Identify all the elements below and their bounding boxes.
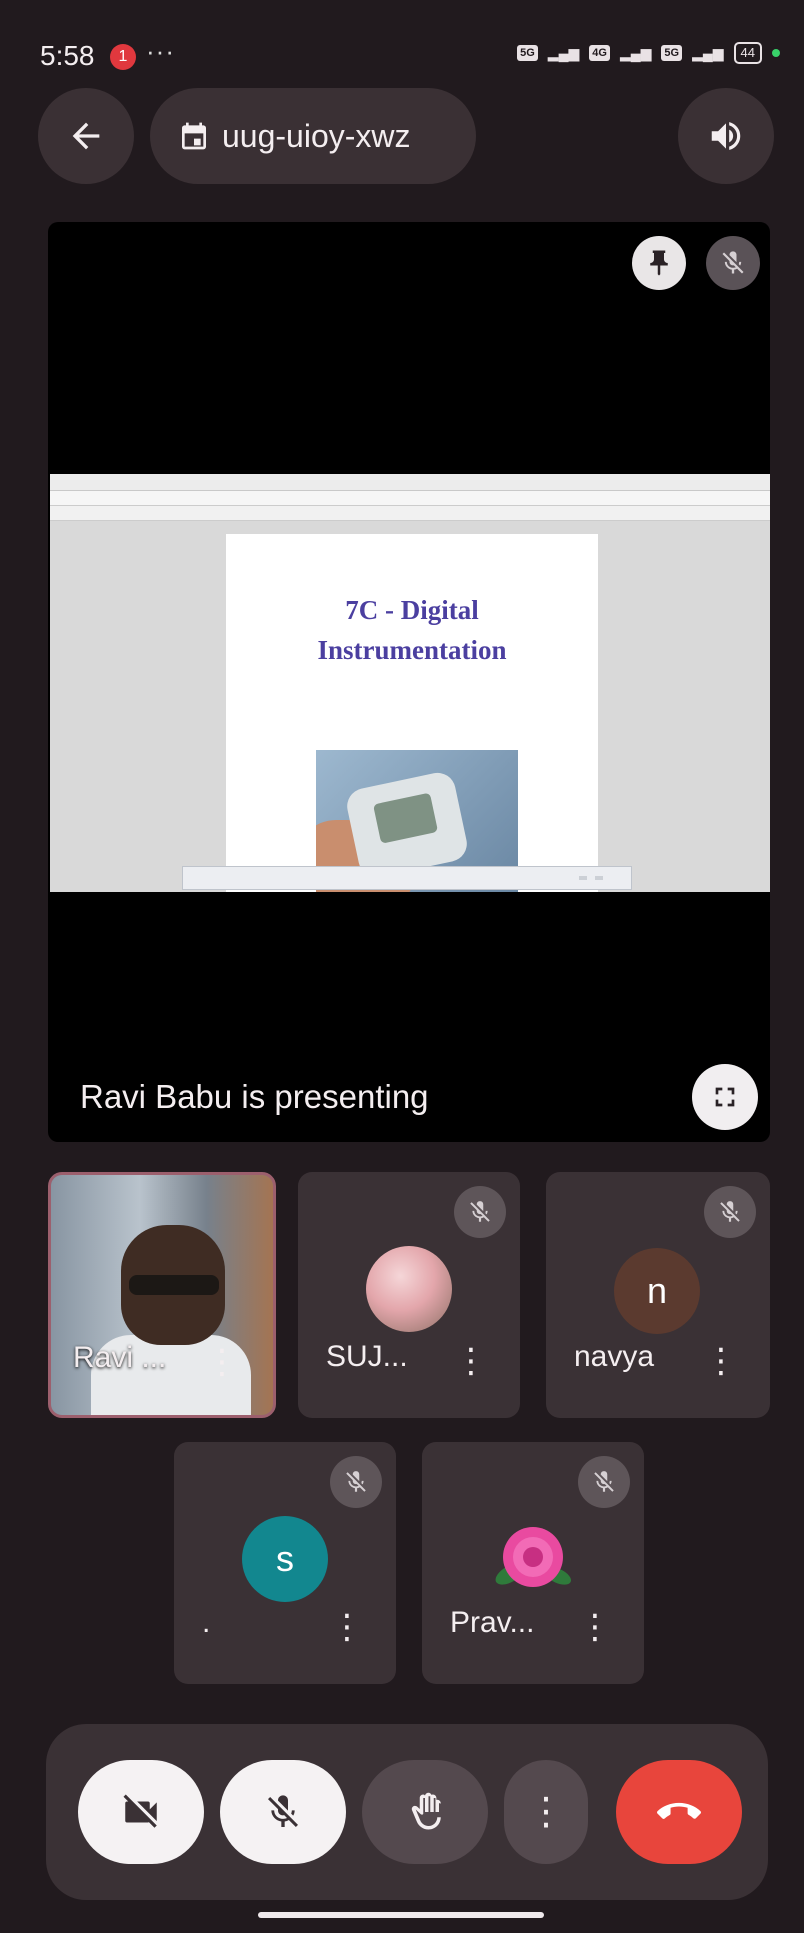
participant-tile[interactable]: s . ⋮ (174, 1442, 396, 1684)
mic-off-icon (722, 251, 744, 274)
fullscreen-button[interactable] (692, 1064, 758, 1130)
mic-off-icon (720, 1201, 740, 1222)
raise-hand-button[interactable] (362, 1760, 488, 1864)
slide-title: 7C - Digital Instrumentation (226, 590, 598, 670)
meeting-info-button[interactable]: uug-uioy-xwz (150, 88, 476, 184)
camera-toggle-button[interactable] (78, 1760, 204, 1864)
notification-badge: 1 (110, 44, 136, 70)
network-chip: 5G (517, 45, 538, 61)
muted-indicator (704, 1186, 756, 1238)
participant-name: . (202, 1606, 211, 1639)
mic-off-icon (346, 1471, 366, 1492)
pin-button[interactable] (632, 236, 686, 290)
slide-page: 7C - Digital Instrumentation (226, 534, 598, 892)
participant-name: Prav... (450, 1606, 535, 1639)
more-vert-icon[interactable]: ⋮ (578, 1610, 612, 1644)
participant-tile[interactable]: Prav... ⋮ (422, 1442, 644, 1684)
hand-icon (411, 1792, 441, 1830)
participant-tile-self[interactable]: Ravi ... ⋮ (48, 1172, 276, 1418)
speaker-icon (711, 122, 741, 150)
presenter-muted-indicator (706, 236, 760, 290)
muted-indicator (578, 1456, 630, 1508)
pin-icon (650, 250, 668, 276)
network-chip: 4G (589, 45, 610, 61)
end-call-button[interactable] (616, 1760, 742, 1864)
more-vert-icon: ⋮ (527, 1791, 565, 1833)
presenting-label: Ravi Babu is presenting (80, 1078, 429, 1115)
mic-off-icon (470, 1201, 490, 1222)
home-indicator[interactable] (258, 1912, 544, 1918)
slide-title-line-2: Instrumentation (317, 635, 507, 665)
more-vert-icon[interactable]: ⋮ (704, 1344, 738, 1378)
privacy-dot-icon (772, 49, 780, 57)
more-options-button[interactable]: ⋮ (504, 1760, 588, 1864)
mic-off-icon (594, 1471, 614, 1492)
browser-tab-bar (50, 474, 770, 491)
wrist-device-shape (343, 769, 471, 881)
video-person-glasses (129, 1275, 219, 1295)
slide-title-line-1: 7C - Digital (345, 595, 479, 625)
avatar: s (242, 1516, 328, 1602)
signal-icon: ▂▄▆ (547, 44, 580, 61)
avatar (366, 1246, 452, 1332)
muted-indicator (330, 1456, 382, 1508)
screen-share-banner (182, 866, 632, 890)
participant-tile[interactable]: SUJ... ⋮ (298, 1172, 520, 1418)
network-chip: 5G (661, 45, 683, 61)
calendar-icon (182, 122, 206, 150)
battery-indicator: 44 (733, 42, 762, 64)
mic-toggle-button[interactable] (220, 1760, 346, 1864)
status-icons: 5G ▂▄▆ 4G ▂▄▆ 5G ▂▄▆ 44 (517, 42, 780, 64)
call-end-icon (657, 1802, 701, 1819)
more-vert-icon[interactable]: ⋮ (330, 1610, 364, 1644)
fullscreen-icon (715, 1087, 735, 1107)
signal-icon: ▂▄▆ (692, 44, 724, 61)
flower-avatar-icon (488, 1512, 578, 1602)
meeting-code: uug-uioy-xwz (222, 117, 411, 154)
back-button[interactable] (38, 88, 134, 184)
browser-address-bar (50, 491, 770, 506)
camera-off-icon (123, 1794, 157, 1828)
more-vert-icon[interactable]: ⋮ (454, 1344, 488, 1378)
status-time: 5:58 (40, 40, 95, 71)
participant-name: SUJ... (326, 1340, 408, 1373)
signal-icon: ▂▄▆ (619, 44, 652, 61)
participant-tile[interactable]: n navya ⋮ (546, 1172, 770, 1418)
arrow-back-icon (72, 122, 100, 150)
more-vert-icon[interactable]: ⋮ (205, 1345, 239, 1379)
status-more-indicator: ··· (146, 36, 175, 66)
audio-output-button[interactable] (678, 88, 774, 184)
avatar: n (614, 1248, 700, 1334)
participant-name: Ravi ... (73, 1341, 167, 1374)
participant-name: navya (574, 1340, 655, 1373)
browser-toolbar (50, 506, 770, 521)
muted-indicator (454, 1186, 506, 1238)
shared-screen: 7C - Digital Instrumentation (50, 474, 770, 892)
mic-off-icon (268, 1795, 298, 1827)
